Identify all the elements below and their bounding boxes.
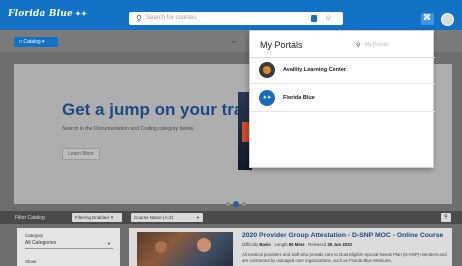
search-icon: ⚲ — [136, 14, 142, 23]
show-label: Show — [25, 259, 37, 264]
catalog-button[interactable]: □ Catalog ▾ — [14, 37, 58, 47]
chevron-down-icon: ▾ — [107, 241, 110, 246]
person-icon[interactable]: ☺ — [324, 13, 332, 22]
difficulty-value: Basic — [259, 242, 271, 247]
my-portals-dropdown: My Portals ⚲ My Portals Availity Learnin… — [249, 30, 435, 168]
difficulty-label: Difficulty — [242, 242, 259, 247]
filter-bar: Filter Catalog Filtering Enabled ✕ Cours… — [0, 211, 462, 224]
search-placeholder: Search for courses — [146, 14, 197, 21]
availity-logo-icon — [259, 62, 275, 78]
search-icon[interactable]: ⚲ — [441, 213, 451, 222]
portal-item-label: Availity Learning Center — [283, 66, 347, 73]
filtering-enabled-chip[interactable]: Filtering Enabled ✕ — [72, 213, 122, 222]
course-title[interactable]: 2020 Provider Group Attestation - D-SNP … — [242, 232, 443, 239]
sort-value: Course Name (A-Z) — [134, 215, 174, 220]
sub-bar-mini-icon: ━ — [232, 40, 236, 46]
course-thumbnail[interactable] — [137, 232, 233, 266]
portals-search-input[interactable]: My Portals — [365, 42, 389, 48]
portals-title: My Portals — [260, 40, 303, 50]
category-value: All Categories — [25, 240, 57, 246]
florida-blue-logo-icon: ✦✦ — [259, 90, 275, 106]
portal-item-label: Florida Blue — [283, 94, 315, 101]
learn-more-button[interactable]: Learn More — [62, 148, 100, 160]
category-select[interactable]: All Categories ▾ — [25, 239, 113, 249]
course-card[interactable]: 2020 Provider Group Attestation - D-SNP … — [129, 228, 452, 266]
top-bar: Florida Blue ✦✦ ⚲ Search for courses ☺ ⌘ — [0, 0, 462, 30]
length-label: Length — [274, 242, 288, 247]
carousel-dot[interactable] — [242, 201, 246, 206]
logo-text: Florida Blue — [8, 9, 73, 19]
chevron-down-icon: ▾ — [196, 215, 199, 220]
length-value: 60 Mins — [288, 242, 305, 247]
hero-subtitle: Search in the Documentation and Coding c… — [62, 126, 195, 132]
carousel-dot-active[interactable] — [233, 200, 239, 207]
search-icon: ⚲ — [356, 43, 361, 49]
category-label: Category — [25, 233, 44, 238]
portal-item-availity[interactable]: Availity Learning Center — [250, 58, 435, 84]
sort-select[interactable]: Course Name (A-Z) ▾ — [131, 213, 203, 222]
florida-blue-logo[interactable]: Florida Blue ✦✦ — [8, 9, 87, 19]
logo-mark-icon: ✦✦ — [74, 9, 88, 18]
course-search-input[interactable]: ⚲ Search for courses ☺ — [129, 12, 343, 25]
avatar[interactable] — [441, 13, 454, 26]
portals-icon: ⌘ — [423, 13, 431, 22]
filter-panel: Category All Categories ▾ Show — [17, 228, 120, 266]
tag-icon[interactable] — [311, 15, 317, 22]
course-meta: Difficulty Basic Length 60 Mins Released… — [242, 242, 352, 247]
released-label: Released — [308, 242, 327, 247]
released-value: 25 Jun 2020 — [327, 242, 352, 247]
portal-item-florida-blue[interactable]: ✦✦ Florida Blue — [250, 86, 435, 112]
course-description: All medical providers and staff who prov… — [242, 252, 447, 264]
carousel-dot[interactable] — [226, 201, 230, 206]
filter-catalog-label: Filter Catalog — [15, 214, 45, 221]
portals-button[interactable]: ⌘ — [421, 13, 434, 25]
